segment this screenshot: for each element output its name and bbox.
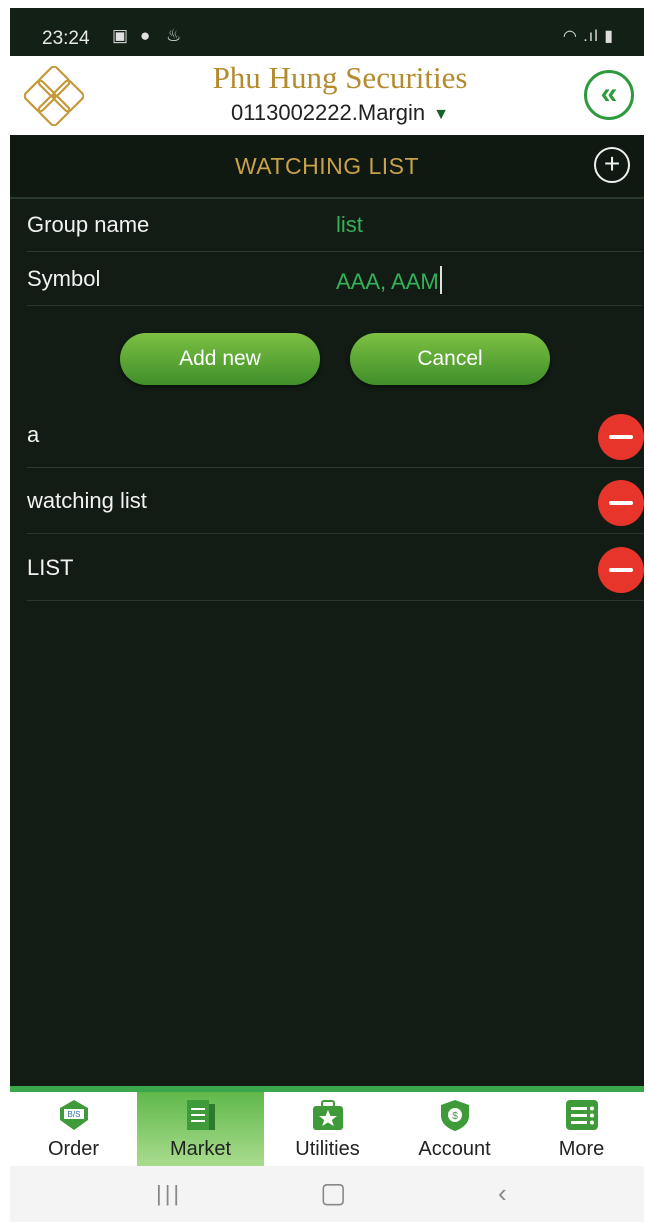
recent-apps-icon[interactable]: ||| [156,1181,182,1207]
tab-account[interactable]: $ Account [391,1092,518,1166]
utilities-icon [313,1100,343,1130]
brand-name: Phu Hung Securities [212,60,468,95]
tab-market[interactable]: Market [137,1092,264,1166]
add-list-button[interactable]: + [594,147,630,183]
tab-account-label: Account [418,1138,491,1160]
cancel-button[interactable]: Cancel [350,333,550,385]
list-item[interactable]: watching list [27,467,644,534]
tab-utilities-label: Utilities [295,1138,360,1160]
add-new-button[interactable]: Add new [120,333,320,385]
status-bar: 23:24 ▣ ● ♨ ◠ .ıl ▮ [10,8,644,56]
more-icon [566,1100,598,1130]
home-icon[interactable]: ▢ [320,1176,346,1209]
chevron-down-icon: ▼ [433,106,449,123]
tab-more-label: More [558,1138,605,1160]
title-bar: WATCHING LIST + [10,135,644,199]
symbol-input[interactable]: AAA, AAM [336,266,442,295]
tab-more[interactable]: More [518,1092,644,1166]
delete-icon[interactable] [598,480,644,526]
symbol-row: Symbol AAA, AAM [27,252,642,306]
group-name-row: Group name list [27,198,642,252]
app-header: Phu Hung Securities 0113002222.Margin ▼ « [10,56,644,135]
page-title: WATCHING LIST [234,153,420,179]
tab-order-label: Order [47,1138,100,1160]
symbol-input-value: AAA, AAM [336,269,439,294]
back-button[interactable]: « [584,70,634,120]
system-back-icon[interactable]: ‹ [498,1178,507,1209]
text-cursor [439,266,442,294]
status-time: 23:24 [42,28,90,49]
phone-screen: 23:24 ▣ ● ♨ ◠ .ıl ▮ Phu Hung Securities … [10,8,644,1222]
system-nav-bar: ||| ▢ ‹ [10,1166,644,1222]
account-icon: $ [441,1100,469,1131]
bottom-nav: B/S Order Market Utilities $ Account Mor… [10,1092,644,1166]
list-item[interactable]: a [27,401,644,468]
list-item[interactable]: LIST [27,534,644,601]
tab-order[interactable]: B/S Order [10,1092,137,1166]
svg-text:$: $ [452,1111,458,1122]
symbol-label: Symbol [27,266,101,291]
account-number: 0113002222.Margin [231,100,426,125]
location-icon: ● [140,26,151,45]
notification-icon: ♨ [166,26,182,45]
account-selector[interactable]: 0113002222.Margin ▼ [190,100,490,126]
signal-battery-icon: ◠ .ıl ▮ [562,28,614,45]
group-name-input[interactable]: list [336,212,363,238]
order-icon: B/S [60,1100,88,1130]
svg-text:B/S: B/S [68,1110,81,1119]
logo-icon [24,66,84,126]
gallery-icon: ▣ [112,26,129,45]
tab-utilities[interactable]: Utilities [264,1092,391,1166]
market-icon [187,1100,215,1130]
list-item-name: a [27,422,40,447]
list-item-name: LIST [27,555,74,580]
group-name-label: Group name [27,212,150,237]
tab-market-label: Market [169,1138,232,1160]
delete-icon[interactable] [598,547,644,593]
list-item-name: watching list [27,488,147,513]
delete-icon[interactable] [598,414,644,460]
